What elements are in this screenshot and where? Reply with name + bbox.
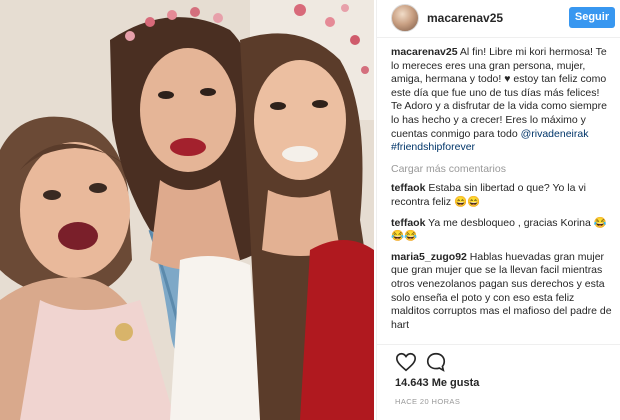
heart-icon[interactable] bbox=[395, 351, 417, 373]
selfie-image bbox=[0, 0, 374, 420]
post-header: macarenav25 Seguir bbox=[377, 0, 620, 38]
avatar[interactable] bbox=[391, 4, 419, 32]
post-caption: macarenav25 Al fin! Libre mi kori hermos… bbox=[391, 46, 613, 155]
likes-count[interactable]: 14.643 Me gusta bbox=[395, 377, 479, 389]
follow-button[interactable]: Seguir bbox=[569, 7, 615, 28]
comment-bubble-icon[interactable] bbox=[425, 351, 447, 373]
load-more-comments-link[interactable]: Cargar más comentarios bbox=[391, 163, 613, 177]
comment-item: maria5_zugo92 Hablas huevadas gran mujer… bbox=[391, 251, 613, 333]
instagram-post: macarenav25 Seguir macarenav25 Al fin! L… bbox=[0, 0, 620, 420]
post-photo[interactable] bbox=[0, 0, 374, 420]
comment-username[interactable]: maria5_zugo92 bbox=[391, 251, 467, 263]
comment-username[interactable]: teffaok bbox=[391, 217, 425, 229]
comment-username[interactable]: teffaok bbox=[391, 182, 425, 194]
caption-mention[interactable]: @rivadeneirak bbox=[521, 128, 589, 140]
caption-username[interactable]: macarenav25 bbox=[391, 46, 458, 58]
comment-item: teffaok Estaba sin libertad o que? Yo la… bbox=[391, 182, 613, 209]
post-timestamp: HACE 20 HORAS bbox=[395, 397, 461, 406]
comments-list: macarenav25 Al fin! Libre mi kori hermos… bbox=[391, 46, 613, 339]
comment-item: teffaok Ya me desbloqueo , gracias Korin… bbox=[391, 217, 613, 244]
post-sidebar: macarenav25 Seguir macarenav25 Al fin! L… bbox=[376, 0, 620, 420]
caption-hashtag[interactable]: #friendshipforever bbox=[391, 141, 475, 153]
post-actions: 14.643 Me gusta HACE 20 HORAS bbox=[377, 344, 620, 420]
caption-text: Al fin! Libre mi kori hermosa! Te lo mer… bbox=[391, 46, 607, 140]
post-author-username[interactable]: macarenav25 bbox=[427, 11, 503, 25]
